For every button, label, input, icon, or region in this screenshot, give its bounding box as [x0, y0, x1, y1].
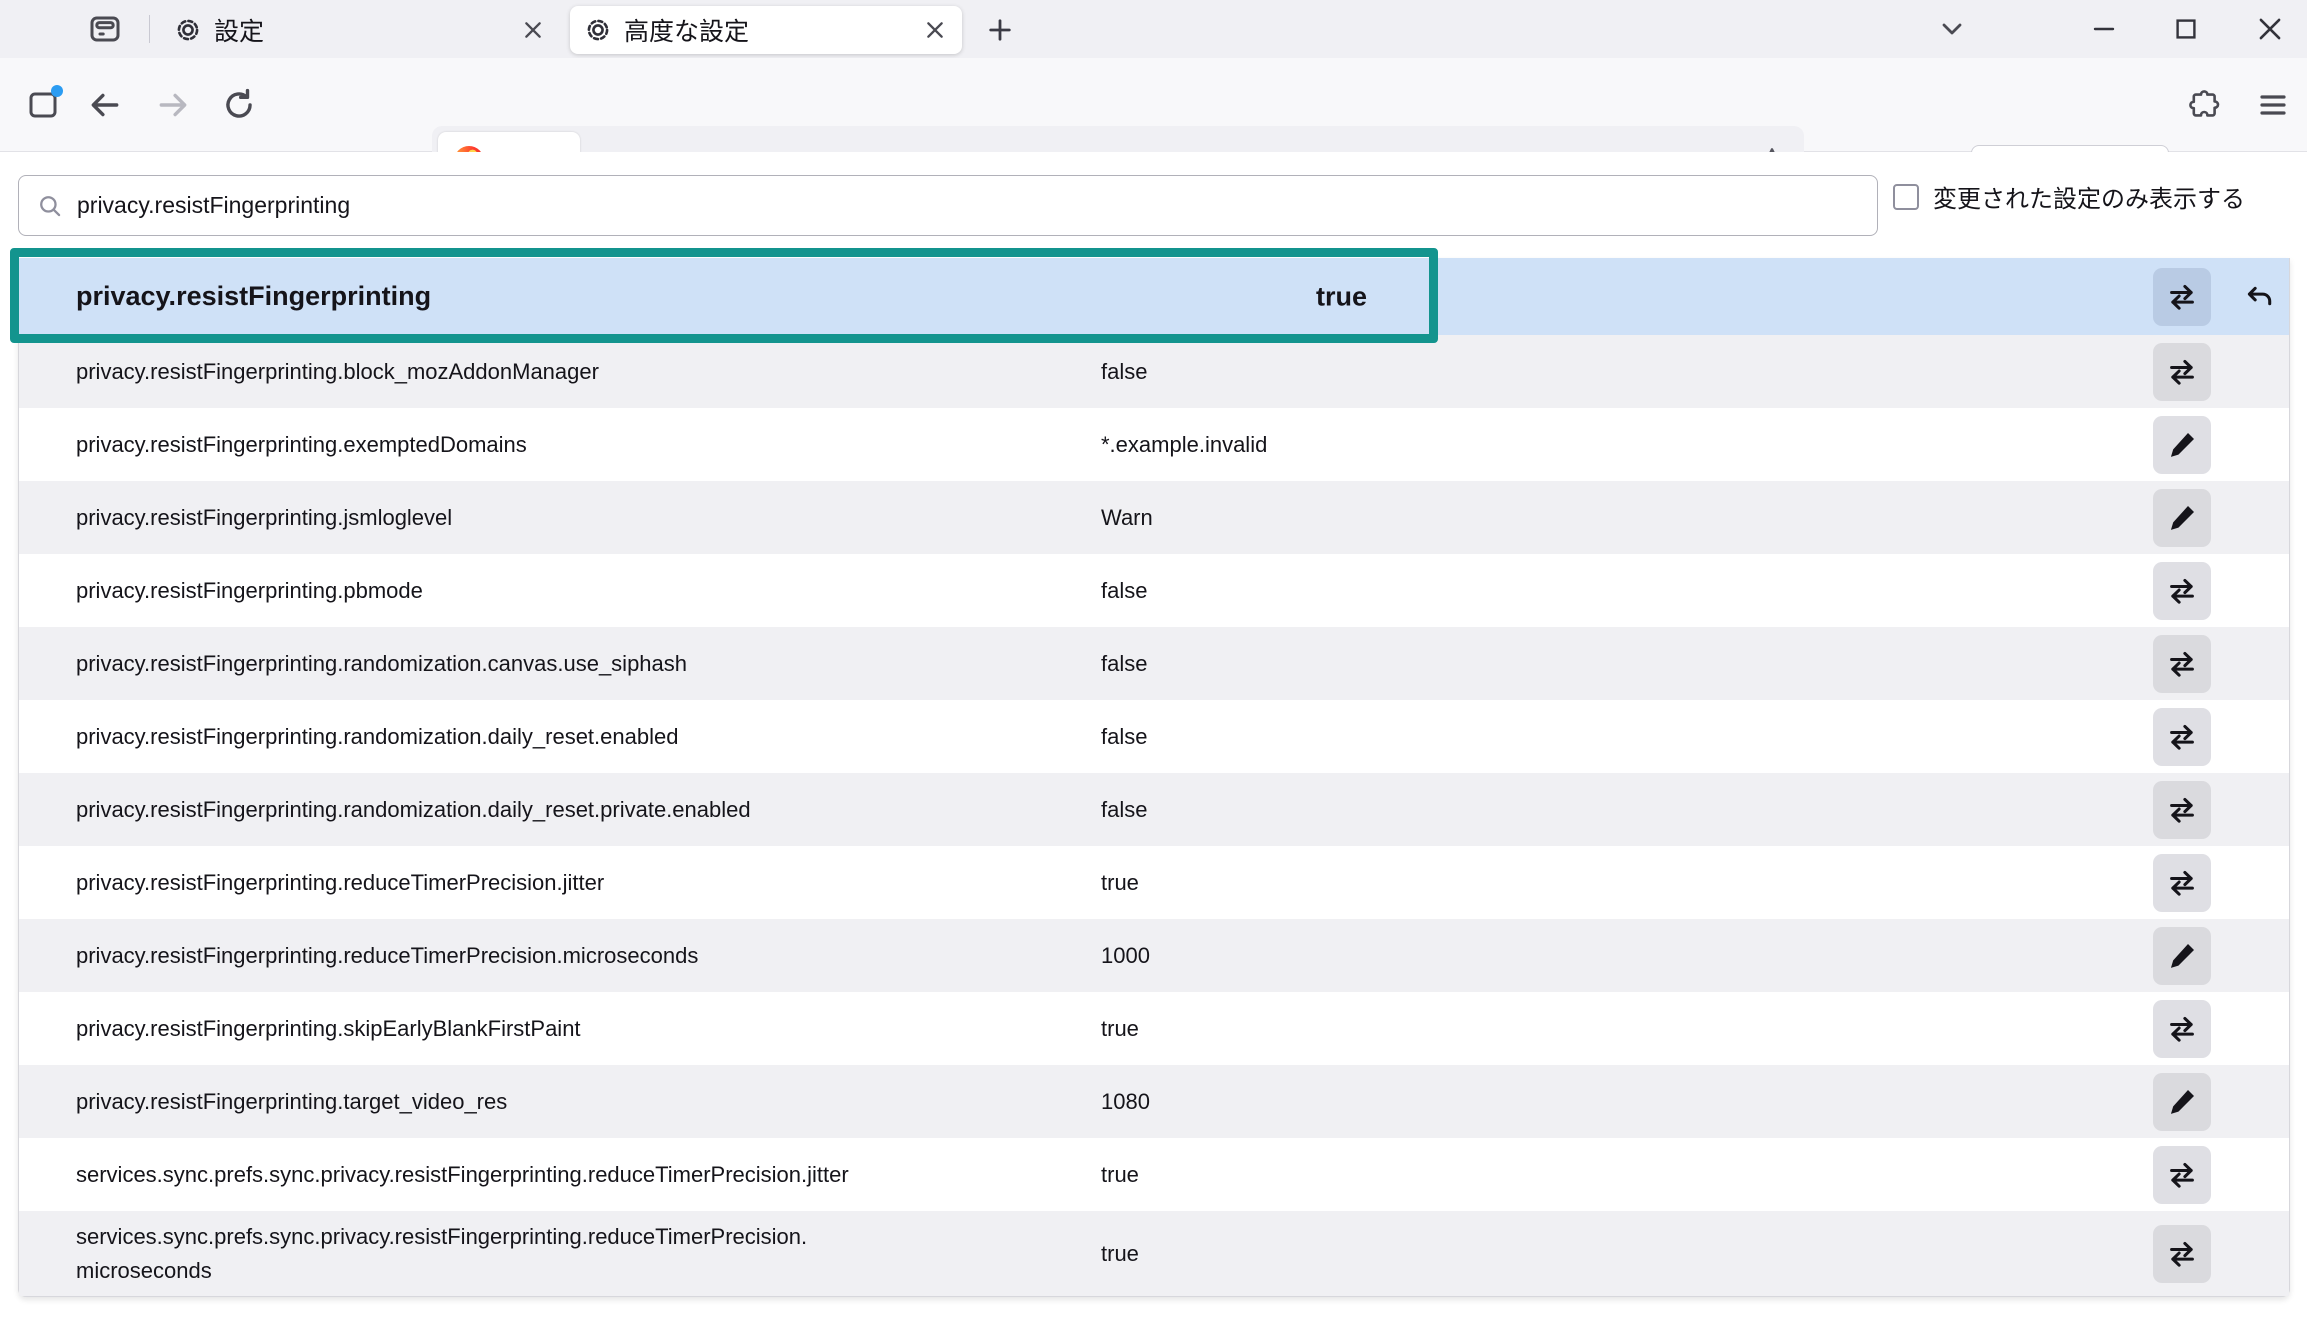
tab-label: 高度な設定 — [624, 12, 918, 48]
pref-name: privacy.resistFingerprinting.block_mozAd… — [76, 354, 599, 388]
toggle-icon[interactable] — [2153, 1000, 2211, 1058]
checkbox-icon[interactable] — [1893, 184, 1919, 210]
edit-pencil-icon[interactable] — [2153, 927, 2211, 985]
pref-name: privacy.resistFingerprinting.pbmode — [76, 573, 423, 607]
pref-value: Warn — [1101, 505, 1153, 531]
pref-value: true — [1316, 281, 1367, 312]
toggle-icon[interactable] — [2153, 781, 2211, 839]
list-all-tabs-chevron-icon[interactable] — [1918, 0, 1986, 58]
pref-name: services.sync.prefs.sync.privacy.resistF… — [76, 1157, 849, 1191]
pref-name: privacy.resistFingerprinting — [76, 276, 431, 318]
pref-row[interactable]: privacy.resistFingerprinting.block_mozAd… — [19, 335, 2289, 408]
firefox-view-icon[interactable] — [88, 9, 130, 49]
gear-icon — [584, 16, 612, 44]
pref-name: privacy.resistFingerprinting.randomizati… — [76, 719, 678, 753]
toggle-icon[interactable] — [2153, 708, 2211, 766]
pref-name: services.sync.prefs.sync.privacy.resistF… — [76, 1219, 807, 1287]
pref-name: privacy.resistFingerprinting.randomizati… — [76, 646, 687, 680]
toggle-icon[interactable] — [2153, 1146, 2211, 1204]
pref-search-field[interactable] — [18, 175, 1878, 236]
pref-row[interactable]: services.sync.prefs.sync.privacy.resistF… — [19, 1138, 2289, 1211]
pref-row[interactable]: privacy.resistFingerprinting.reduceTimer… — [19, 846, 2289, 919]
close-tab-icon[interactable] — [516, 13, 550, 47]
reset-undo-icon[interactable] — [2235, 273, 2283, 321]
pref-row[interactable]: services.sync.prefs.sync.privacy.resistF… — [19, 1211, 2289, 1296]
search-input[interactable] — [75, 181, 1877, 231]
pref-value: true — [1101, 1241, 1139, 1267]
toggle-icon[interactable] — [2153, 854, 2211, 912]
pref-value: true — [1101, 1162, 1139, 1188]
show-modified-only-checkbox[interactable]: 変更された設定のみ表示する — [1893, 179, 2245, 214]
tab-advanced-settings[interactable]: 高度な設定 — [570, 6, 962, 54]
back-icon[interactable] — [80, 80, 130, 130]
edit-pencil-icon[interactable] — [2153, 1073, 2211, 1131]
prefs-table: privacy.resistFingerprintingtrueprivacy.… — [18, 258, 2290, 1297]
pref-row[interactable]: privacy.resistFingerprinting.reduceTimer… — [19, 919, 2289, 992]
pref-name: privacy.resistFingerprinting.target_vide… — [76, 1084, 507, 1118]
notification-dot — [51, 85, 63, 97]
pref-row[interactable]: privacy.resistFingerprinting true — [19, 258, 2289, 335]
pref-name: privacy.resistFingerprinting.jsmloglevel — [76, 500, 452, 534]
toggle-icon[interactable] — [2153, 635, 2211, 693]
pref-name: privacy.resistFingerprinting.randomizati… — [76, 792, 751, 826]
pref-value: false — [1101, 578, 1147, 604]
window-maximize-icon[interactable] — [2152, 0, 2220, 58]
config-search-row: 変更された設定のみ表示する — [0, 152, 2307, 258]
pref-name: privacy.resistFingerprinting.skipEarlyBl… — [76, 1011, 581, 1045]
pref-row[interactable]: privacy.resistFingerprinting.jsmloglevel… — [19, 481, 2289, 554]
pref-row[interactable]: privacy.resistFingerprinting.randomizati… — [19, 700, 2289, 773]
tab-settings[interactable]: 設定 — [160, 6, 560, 54]
pref-value: *.example.invalid — [1101, 432, 1267, 458]
edit-pencil-icon[interactable] — [2153, 489, 2211, 547]
toggle-icon[interactable] — [2153, 268, 2211, 326]
tab-bar: 設定 高度な設定 — [0, 0, 2307, 58]
pref-row[interactable]: privacy.resistFingerprinting.skipEarlyBl… — [19, 992, 2289, 1065]
window-minimize-icon[interactable] — [2070, 0, 2138, 58]
forward-icon[interactable] — [148, 80, 198, 130]
pref-row[interactable]: privacy.resistFingerprinting.exemptedDom… — [19, 408, 2289, 481]
pref-value: false — [1101, 359, 1147, 385]
navigation-toolbar: Firefox about:config — [0, 58, 2307, 152]
pref-value: false — [1101, 651, 1147, 677]
pref-row[interactable]: privacy.resistFingerprinting.pbmode false — [19, 554, 2289, 627]
edit-pencil-icon[interactable] — [2153, 416, 2211, 474]
reload-icon[interactable] — [214, 80, 264, 130]
pref-row[interactable]: privacy.resistFingerprinting.randomizati… — [19, 627, 2289, 700]
tab-label: 設定 — [214, 12, 516, 48]
toggle-icon[interactable] — [2153, 562, 2211, 620]
search-icon — [37, 193, 63, 219]
toggle-icon[interactable] — [2153, 1225, 2211, 1283]
browser-window: 設定 高度な設定 — [0, 0, 2307, 1334]
pref-name: privacy.resistFingerprinting.exemptedDom… — [76, 427, 527, 461]
checkbox-label: 変更された設定のみ表示する — [1933, 179, 2245, 214]
tab-separator — [149, 15, 150, 43]
pref-name: privacy.resistFingerprinting.reduceTimer… — [76, 865, 604, 899]
pref-name: privacy.resistFingerprinting.reduceTimer… — [76, 938, 698, 972]
toggle-icon[interactable] — [2153, 343, 2211, 401]
hamburger-menu-icon[interactable] — [2248, 80, 2298, 130]
new-tab-icon[interactable] — [980, 11, 1020, 49]
close-tab-icon[interactable] — [918, 13, 952, 47]
pref-row[interactable]: privacy.resistFingerprinting.target_vide… — [19, 1065, 2289, 1138]
window-close-icon[interactable] — [2236, 0, 2304, 58]
pref-row[interactable]: privacy.resistFingerprinting.randomizati… — [19, 773, 2289, 846]
pref-value: 1000 — [1101, 943, 1150, 969]
pref-value: true — [1101, 1016, 1139, 1042]
pref-value: 1080 — [1101, 1089, 1150, 1115]
extensions-puzzle-icon[interactable] — [2180, 80, 2230, 130]
pref-value: true — [1101, 870, 1139, 896]
pref-value: false — [1101, 797, 1147, 823]
gear-icon — [174, 16, 202, 44]
sidebar-toggle-icon[interactable] — [18, 80, 68, 130]
pref-value: false — [1101, 724, 1147, 750]
